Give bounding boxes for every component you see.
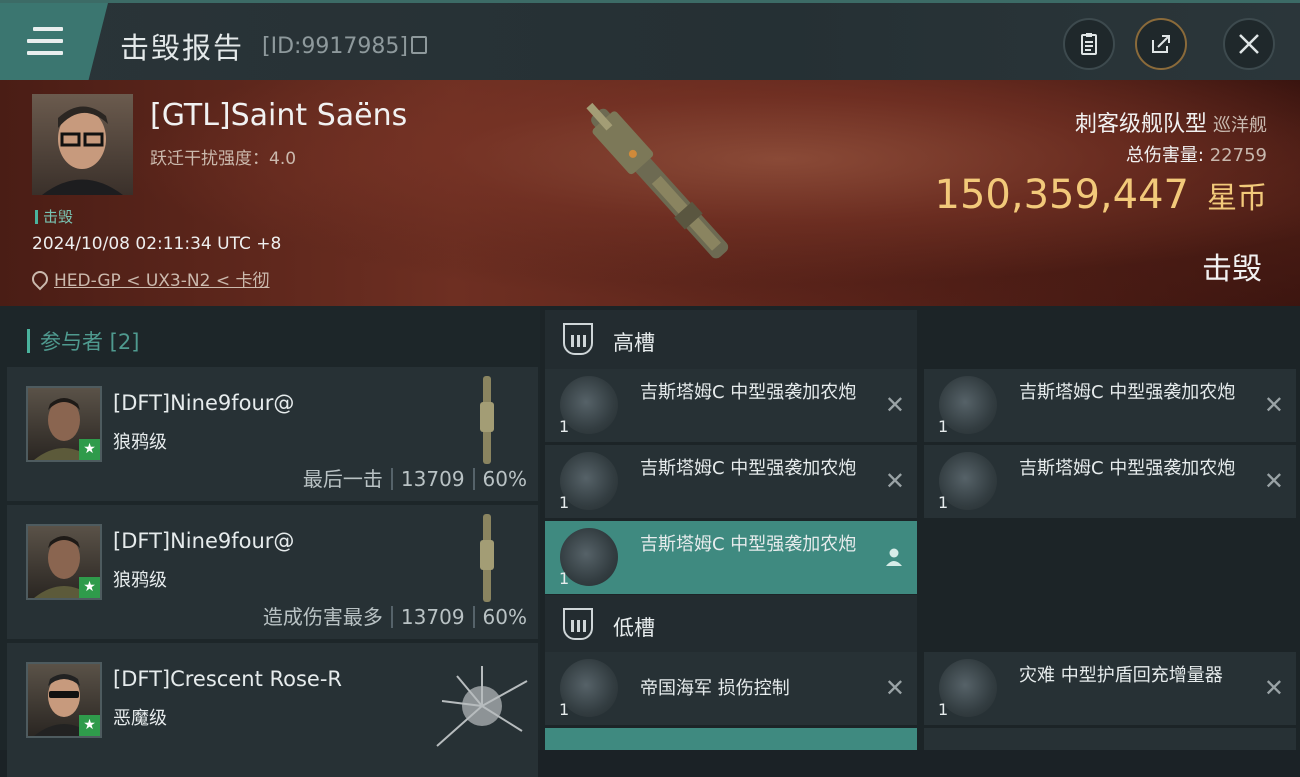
page-title: 击毁报告: [120, 31, 245, 65]
high-slot-icon: [563, 323, 593, 355]
participant-percent: 60%: [482, 605, 527, 629]
participant-stats: 最后一击 13709 60%: [303, 463, 527, 492]
participant-avatar[interactable]: ★: [26, 524, 102, 600]
module-name: 吉斯塔姆C 中型强袭加农炮: [1019, 382, 1236, 403]
participant-ship-image: [480, 376, 494, 464]
module-name: 吉斯塔姆C 中型强袭加农炮: [640, 458, 857, 479]
victim-ship-class: 刺客级舰队型 巡洋舰: [1075, 106, 1267, 138]
kill-status: 击毁: [1202, 252, 1262, 287]
low-slot-icon: [563, 608, 593, 640]
module-slot-selected[interactable]: [545, 728, 917, 750]
participant-percent: 60%: [482, 467, 527, 491]
isk-value: 150,359,447 星币: [935, 172, 1267, 218]
title-bar: 击毁报告 [ID:9917985]: [0, 0, 1300, 80]
participant-avatar[interactable]: ★: [26, 662, 102, 738]
module-slot[interactable]: 1 吉斯塔姆C 中型强袭加农炮 ✕: [924, 445, 1296, 518]
share-icon: [1152, 35, 1170, 53]
participant-ship-image: [436, 666, 528, 747]
standing-star-icon: ★: [79, 577, 100, 598]
low-slot-label: 低槽: [613, 616, 655, 640]
module-slot-selected[interactable]: 1 吉斯塔姆C 中型强袭加农炮: [545, 521, 917, 594]
share-button[interactable]: [1135, 18, 1187, 70]
location-path[interactable]: HED-GP < UX3-N2 < 卡彻: [54, 271, 269, 291]
participant-ship: 狼鸦级: [113, 432, 167, 453]
destroyed-x-icon: ✕: [1263, 467, 1284, 495]
participant-ship: 狼鸦级: [113, 570, 167, 591]
destroyed-x-icon: ✕: [884, 391, 905, 419]
participant-row[interactable]: ★ [DFT]Nine9four@ 狼鸦级 造成伤害最多 13709 60%: [7, 505, 538, 639]
ship-type: 巡洋舰: [1213, 115, 1267, 136]
module-name: 吉斯塔姆C 中型强袭加农炮: [1019, 458, 1236, 479]
participant-row[interactable]: ★ [DFT]Crescent Rose-R 恶魔级: [7, 643, 538, 777]
participants-header: 参与者 [2]: [27, 326, 139, 356]
module-slot[interactable]: 1 灾难 中型护盾回充增量器 ✕: [924, 652, 1296, 725]
module-name: 帝国海军 损伤控制: [640, 678, 790, 699]
module-qty: 1: [938, 417, 949, 436]
high-slot-header: 高槽: [545, 310, 917, 370]
victim-banner: [GTL]Saint Saëns 跃迁干扰强度：4.0 击毁 2024/10/0…: [0, 80, 1300, 306]
module-qty: 1: [559, 700, 570, 719]
destroyed-x-icon: ✕: [884, 674, 905, 702]
participant-name[interactable]: [DFT]Nine9four@: [113, 529, 294, 553]
standing-star-icon: ★: [79, 439, 100, 460]
warp-strength: 跃迁干扰强度：4.0: [150, 149, 297, 169]
participant-role: 造成伤害最多: [262, 605, 383, 629]
menu-button[interactable]: [0, 3, 108, 80]
low-slot-header: 低槽: [545, 595, 917, 655]
kill-timestamp: 2024/10/08 02:11:34 UTC +8: [32, 234, 282, 254]
victim-portrait[interactable]: [32, 94, 133, 195]
clipboard-button[interactable]: [1063, 18, 1115, 70]
kill-tag: 击毁: [35, 206, 73, 227]
module-qty: 1: [938, 493, 949, 512]
ship-class-name: 刺客级舰队型: [1074, 112, 1207, 137]
module-name: 吉斯塔姆C 中型强袭加农炮: [640, 382, 857, 403]
report-id-text: [ID:9917985]: [262, 34, 408, 59]
participant-row[interactable]: ★ [DFT]Nine9four@ 狼鸦级 最后一击 13709 60%: [7, 367, 538, 501]
participant-name[interactable]: [DFT]Crescent Rose-R: [113, 667, 342, 691]
portrait-image: [42, 106, 123, 195]
isk-amount: 150,359,447: [934, 172, 1189, 218]
report-id[interactable]: [ID:9917985]: [262, 34, 427, 59]
participant-ship: 恶魔级: [113, 708, 167, 729]
module-slot[interactable]: 1 吉斯塔姆C 中型强袭加农炮 ✕: [545, 445, 917, 518]
module-slot[interactable]: 1 吉斯塔姆C 中型强袭加农炮 ✕: [545, 369, 917, 442]
total-damage: 总伤害量: 22759: [1126, 141, 1267, 167]
victim-ship-image: [586, 102, 729, 259]
module-name: 吉斯塔姆C 中型强袭加农炮: [640, 534, 857, 555]
close-icon: [1239, 34, 1259, 54]
damage-value: 22759: [1209, 145, 1267, 166]
module-slot[interactable]: 1 吉斯塔姆C 中型强袭加农炮 ✕: [924, 369, 1296, 442]
close-button[interactable]: [1223, 18, 1275, 70]
participant-role: 最后一击: [302, 467, 383, 491]
person-icon: [886, 548, 902, 566]
module-qty: 1: [559, 417, 570, 436]
participant-name[interactable]: [DFT]Nine9four@: [113, 391, 294, 415]
high-slot-label: 高槽: [613, 331, 655, 355]
destroyed-x-icon: ✕: [1263, 674, 1284, 702]
participant-avatar[interactable]: ★: [26, 386, 102, 462]
kill-location[interactable]: HED-GP < UX3-N2 < 卡彻: [28, 266, 269, 291]
participant-damage: 13709: [400, 467, 465, 491]
module-qty: 1: [559, 569, 570, 588]
isk-unit: 星币: [1207, 181, 1267, 216]
victim-name[interactable]: [GTL]Saint Saëns: [150, 98, 407, 133]
destroyed-x-icon: ✕: [1263, 391, 1284, 419]
module-qty: 1: [938, 700, 949, 719]
participant-stats: 造成伤害最多 13709 60%: [263, 601, 527, 630]
module-qty: 1: [559, 493, 570, 512]
copy-icon[interactable]: [411, 36, 427, 54]
module-slot[interactable]: [924, 728, 1296, 750]
destroyed-x-icon: ✕: [884, 467, 905, 495]
damage-label: 总伤害量:: [1125, 145, 1204, 166]
clipboard-icon: [1081, 33, 1097, 55]
participants-panel[interactable]: 参与者 [2] ★ [DFT]Nine9four@ 狼鸦级 最后一击 13709 6…: [0, 306, 540, 777]
module-name: 灾难 中型护盾回充增量器: [1019, 665, 1223, 686]
participant-damage: 13709: [400, 605, 465, 629]
location-pin-icon: [28, 267, 52, 291]
standing-star-icon: ★: [79, 715, 100, 736]
participant-ship-image: [480, 514, 494, 602]
hamburger-icon: [27, 27, 63, 63]
module-slot[interactable]: 1 帝国海军 损伤控制 ✕: [545, 652, 917, 725]
